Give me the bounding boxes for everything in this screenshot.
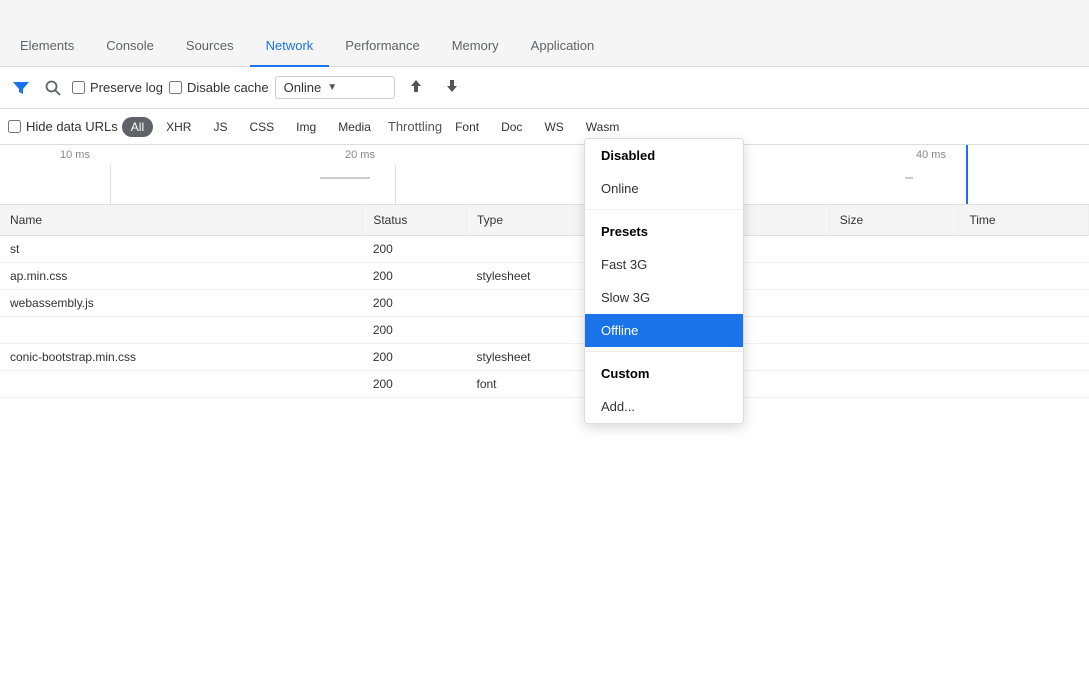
filter-all-button[interactable]: All xyxy=(122,117,153,137)
disable-cache-checkbox[interactable] xyxy=(169,81,182,94)
table-row[interactable]: conic-bootstrap.min.css 200 stylesheet (… xyxy=(0,344,1089,371)
filter-wasm-button[interactable]: Wasm xyxy=(577,117,629,137)
timeline-cursor xyxy=(966,145,968,204)
preserve-log-checkbox[interactable] xyxy=(72,81,85,94)
tab-network[interactable]: Network xyxy=(250,28,330,67)
chevron-down-icon: ▼ xyxy=(327,82,337,93)
table-row[interactable]: ap.min.css 200 stylesheet (index) xyxy=(0,263,1089,290)
cell-name: st xyxy=(0,236,363,263)
cell-time xyxy=(959,371,1089,398)
cell-time xyxy=(959,263,1089,290)
filter-css-button[interactable]: CSS xyxy=(240,117,283,137)
cell-status: 200 xyxy=(363,290,467,317)
cell-time xyxy=(959,236,1089,263)
dropdown-item-add[interactable]: Add... xyxy=(585,390,743,423)
tab-memory[interactable]: Memory xyxy=(436,28,515,67)
dropdown-divider-1 xyxy=(585,209,743,210)
timeline-tick-10ms xyxy=(110,165,111,204)
cell-status: 200 xyxy=(363,236,467,263)
cell-size xyxy=(829,371,959,398)
cell-size xyxy=(829,344,959,371)
tab-elements[interactable]: Elements xyxy=(4,28,90,67)
cell-status: 200 xyxy=(363,263,467,290)
cell-name xyxy=(0,371,363,398)
timeline-dash-3 xyxy=(905,177,913,179)
cell-name: webassembly.js xyxy=(0,290,363,317)
timeline-dash-1 xyxy=(320,177,370,179)
table-row[interactable]: 200 (index) xyxy=(0,317,1089,344)
tab-console[interactable]: Console xyxy=(90,28,170,67)
filter-font-button[interactable]: Font xyxy=(446,117,488,137)
tab-performance[interactable]: Performance xyxy=(329,28,435,67)
filter-xhr-button[interactable]: XHR xyxy=(157,117,200,137)
upload-button[interactable] xyxy=(401,73,431,103)
dropdown-item-fast3g[interactable]: Fast 3G xyxy=(585,248,743,281)
table-row[interactable]: st 200 Other xyxy=(0,236,1089,263)
col-size[interactable]: Size xyxy=(829,205,959,236)
table-row[interactable]: webassembly.js 200 (index) xyxy=(0,290,1089,317)
preserve-log-label: Preserve log xyxy=(90,80,163,95)
tab-application[interactable]: Application xyxy=(515,28,611,67)
table-body: st 200 Other ap.min.css 200 stylesheet (… xyxy=(0,236,1089,398)
cell-size xyxy=(829,290,959,317)
timeline-label-40ms: 40 ms xyxy=(916,149,946,161)
timeline-label-20ms: 20 ms xyxy=(345,149,375,161)
filter-icon-button[interactable] xyxy=(8,75,34,101)
tab-bar: Elements Console Sources Network Perform… xyxy=(0,0,1089,67)
hide-data-urls-label[interactable]: Hide data URLs xyxy=(8,119,118,134)
search-icon-button[interactable] xyxy=(40,75,66,101)
dropdown-section-custom: Custom xyxy=(585,356,743,390)
dropdown-item-online[interactable]: Online xyxy=(585,172,743,205)
timeline: 10 ms 20 ms 40 ms xyxy=(0,145,1089,205)
dropdown-item-disabled[interactable]: Disabled xyxy=(585,139,743,172)
cell-size xyxy=(829,317,959,344)
cell-name: ap.min.css xyxy=(0,263,363,290)
hide-data-urls-text: Hide data URLs xyxy=(26,119,118,134)
filter-js-button[interactable]: JS xyxy=(204,117,236,137)
col-status[interactable]: Status xyxy=(363,205,467,236)
timeline-tick-20ms xyxy=(395,165,396,204)
table-row[interactable]: 200 font (index) xyxy=(0,371,1089,398)
dropdown-section-presets: Presets xyxy=(585,214,743,248)
disable-cache-checkbox-label[interactable]: Disable cache xyxy=(169,80,269,95)
toolbar: Preserve log Disable cache Online ▼ xyxy=(0,67,1089,109)
tab-sources[interactable]: Sources xyxy=(170,28,250,67)
filter-media-button[interactable]: Media xyxy=(329,117,380,137)
filter-doc-button[interactable]: Doc xyxy=(492,117,531,137)
network-table: Name Status Type Initiator Size Time st … xyxy=(0,205,1089,398)
cell-status: 200 xyxy=(363,344,467,371)
dropdown-item-offline[interactable]: Offline xyxy=(585,314,743,347)
cell-size xyxy=(829,263,959,290)
online-dropdown[interactable]: Online ▼ xyxy=(275,76,395,99)
cell-size xyxy=(829,236,959,263)
cell-status: 200 xyxy=(363,371,467,398)
cell-time xyxy=(959,317,1089,344)
disable-cache-label: Disable cache xyxy=(187,80,269,95)
hide-data-urls-checkbox[interactable] xyxy=(8,120,21,133)
filter-img-button[interactable]: Img xyxy=(287,117,325,137)
cell-name xyxy=(0,317,363,344)
filter-ws-button[interactable]: WS xyxy=(535,117,572,137)
online-dropdown-value: Online xyxy=(284,80,322,95)
col-name[interactable]: Name xyxy=(0,205,363,236)
filter-bar: Hide data URLs All XHR JS CSS Img Media … xyxy=(0,109,1089,145)
cell-status: 200 xyxy=(363,317,467,344)
network-throttling-dropdown: Disabled Online Presets Fast 3G Slow 3G … xyxy=(584,138,744,424)
col-time[interactable]: Time xyxy=(959,205,1089,236)
preserve-log-checkbox-label[interactable]: Preserve log xyxy=(72,80,163,95)
table-header: Name Status Type Initiator Size Time xyxy=(0,205,1089,236)
cell-name: conic-bootstrap.min.css xyxy=(0,344,363,371)
timeline-label-10ms: 10 ms xyxy=(60,149,90,161)
dropdown-item-slow3g[interactable]: Slow 3G xyxy=(585,281,743,314)
table-wrapper: Name Status Type Initiator Size Time st … xyxy=(0,205,1089,655)
cell-time xyxy=(959,290,1089,317)
throttling-text: Throttling xyxy=(388,119,442,134)
download-button[interactable] xyxy=(437,73,467,103)
dropdown-divider-2 xyxy=(585,351,743,352)
cell-time xyxy=(959,344,1089,371)
